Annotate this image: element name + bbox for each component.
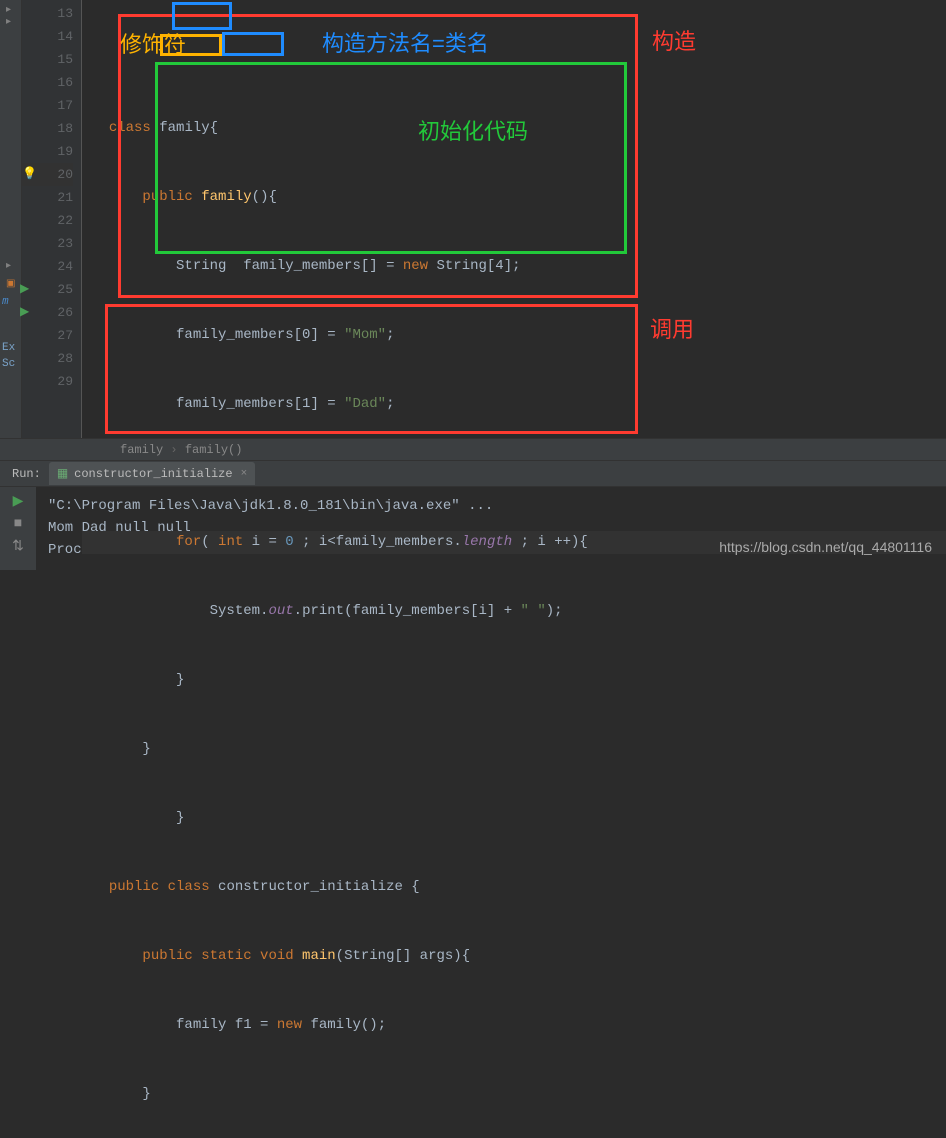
line-gutter: 13 14 15 16 17 18 19 💡20 21 22 23 24 ▶25… <box>22 0 82 438</box>
line-number: 27 <box>22 324 73 347</box>
run-toolbar: ▶ ■ ⇅ <box>0 487 36 570</box>
line-number: 14 <box>22 25 73 48</box>
line-number: 24 <box>22 255 73 278</box>
line-number: 23 <box>22 232 73 255</box>
run-gutter-icon[interactable]: ▶ <box>20 301 29 324</box>
line-number: 15 <box>22 48 73 71</box>
fold-icon[interactable]: ▸ <box>6 16 11 28</box>
code-editor[interactable]: class family{ public family(){ String fa… <box>82 0 946 438</box>
stop-icon[interactable]: ■ <box>14 516 22 532</box>
line-number: ▶25 <box>22 278 73 301</box>
run-label: Run: <box>4 467 49 481</box>
run-gutter-icon[interactable]: ▶ <box>20 278 29 301</box>
line-number: 28 <box>22 347 73 370</box>
editor-area: ▸ ▸ ▸ ▣ m Ex Sc 13 14 15 16 17 18 19 💡20… <box>0 0 946 438</box>
line-number: 19 <box>22 140 73 163</box>
line-number: 💡20 <box>22 163 73 186</box>
line-number: 17 <box>22 94 73 117</box>
line-number: 29 <box>22 370 73 393</box>
layout-icon[interactable]: ⇅ <box>12 538 24 555</box>
line-number: 21 <box>22 186 73 209</box>
line-number: ▶26 <box>22 301 73 324</box>
folder-icon[interactable]: ▣ <box>6 278 15 290</box>
label-sc: Sc <box>2 358 15 370</box>
run-config-icon: ▦ <box>57 466 68 481</box>
fold-icon[interactable]: ▸ <box>6 260 11 272</box>
rerun-icon[interactable]: ▶ <box>13 493 24 510</box>
bulb-icon[interactable]: 💡 <box>22 163 37 186</box>
watermark: https://blog.csdn.net/qq_44801116 <box>719 539 932 555</box>
fold-icon[interactable]: ▸ <box>6 4 11 16</box>
label-m: m <box>2 296 9 308</box>
line-number: 18 <box>22 117 73 140</box>
line-number: 22 <box>22 209 73 232</box>
line-number: 13 <box>22 2 73 25</box>
tool-strip: ▸ ▸ ▸ ▣ m Ex Sc <box>0 0 22 438</box>
line-number: 16 <box>22 71 73 94</box>
label-ex: Ex <box>2 342 15 354</box>
